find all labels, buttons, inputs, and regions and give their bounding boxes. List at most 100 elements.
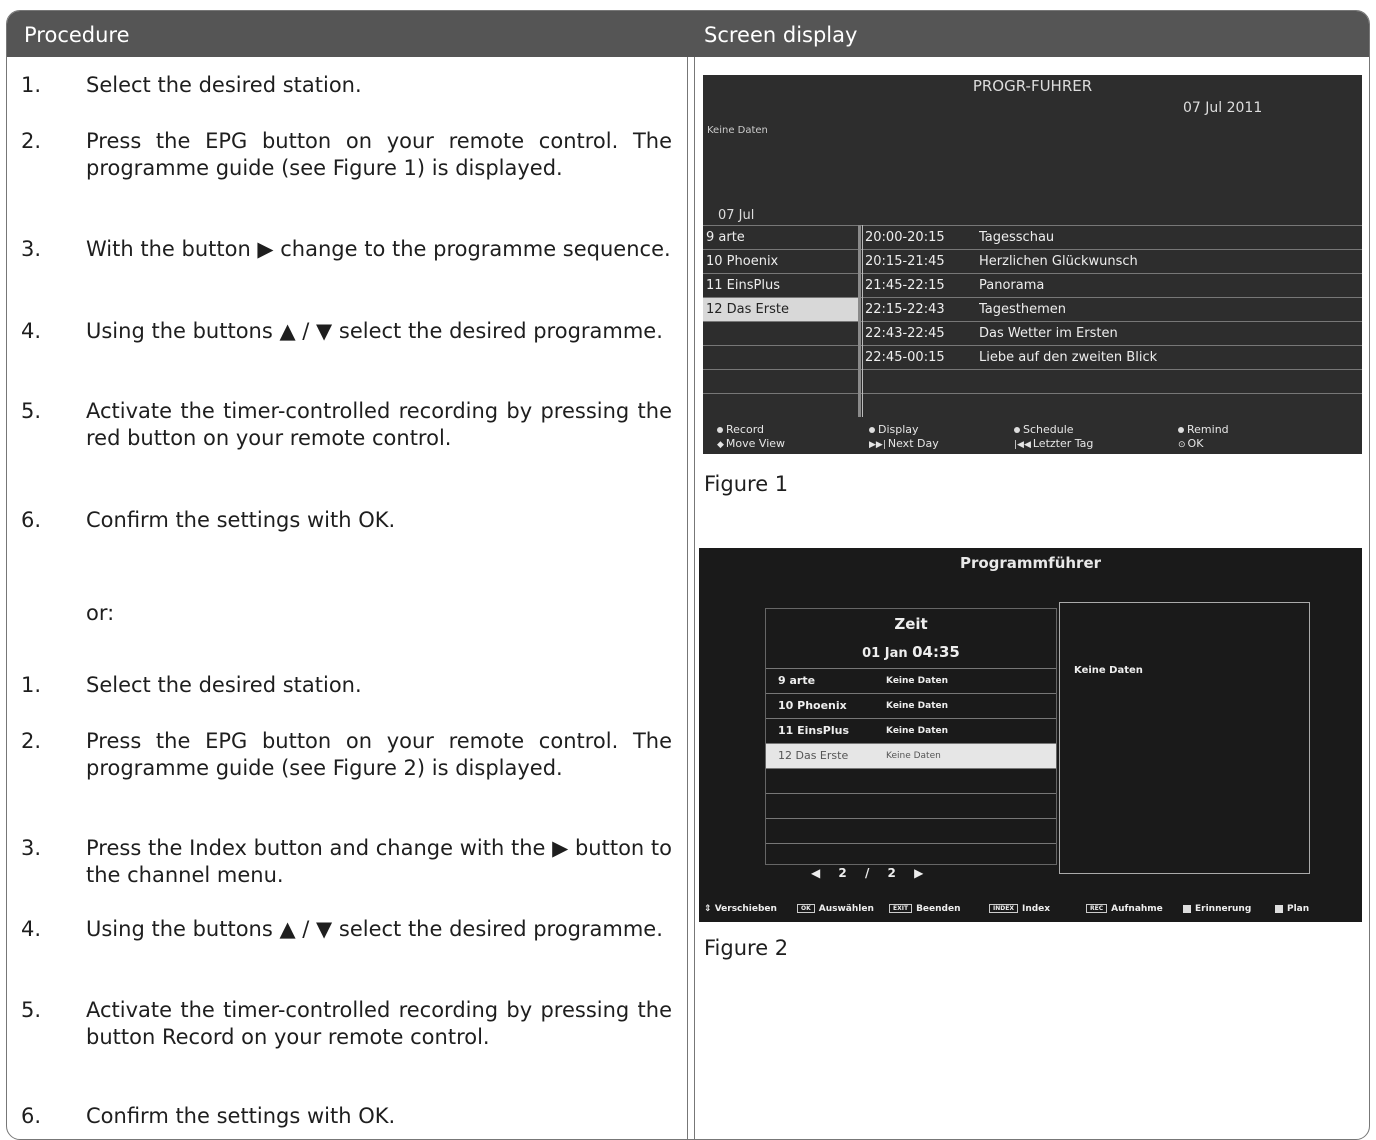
programme-cell: Herzlichen Glückwunsch bbox=[979, 254, 1138, 269]
time-cell: 22:43-22:45 bbox=[865, 326, 945, 341]
page-current: 2 bbox=[838, 866, 847, 880]
step-text: Select the desired station. bbox=[86, 673, 362, 697]
epg-row bbox=[703, 393, 1362, 418]
epg2-title: Programmführer bbox=[959, 554, 1102, 572]
epg-row: 9 arte 20:00-20:15 Tagesschau bbox=[703, 225, 1362, 250]
skip-back-icon: |◀◀ bbox=[1014, 440, 1031, 450]
epg2-table: Zeit 01 Jan 04:35 9 arte Keine Daten 10 … bbox=[765, 608, 1057, 865]
status-cell: Keine Daten bbox=[886, 676, 949, 686]
legend-index: INDEX Index bbox=[989, 904, 1050, 914]
ok-icon: ⊙ bbox=[1178, 440, 1186, 450]
programme-cell bbox=[979, 394, 1359, 418]
epg2-row bbox=[766, 793, 1056, 818]
step-number: 3. bbox=[21, 237, 42, 261]
epg2-zeit-heading: Zeit bbox=[894, 615, 928, 633]
channel-cell bbox=[703, 346, 861, 370]
step-number: 1. bbox=[21, 73, 42, 97]
page-separator: / bbox=[864, 866, 870, 880]
step-text: Confirm the settings with OK. bbox=[86, 508, 396, 532]
epg-legend: Record Display Schedule Remind ◆ Move Vie… bbox=[703, 420, 1362, 454]
epg-title: PROGR-FUHRER bbox=[972, 77, 1093, 95]
legend-plan: Plan bbox=[1275, 904, 1309, 914]
time-cell: 21:45-22:15 bbox=[865, 278, 945, 293]
step-text: Using the buttons ▲ / ▼ select the desir… bbox=[86, 319, 663, 343]
epg-grid: 9 arte 20:00-20:15 Tagesschau 10 Phoenix… bbox=[703, 225, 1362, 417]
status-cell: Keine Daten bbox=[886, 726, 949, 736]
legend-letzter-tag: |◀◀ Letzter Tag bbox=[1014, 437, 1093, 450]
legend-label: Move View bbox=[725, 437, 786, 450]
programme-cell bbox=[979, 370, 1359, 394]
step-number: 5. bbox=[21, 399, 42, 423]
channel-cell: 11 EinsPlus bbox=[778, 724, 850, 737]
figure2-screenshot: Programmführer Keine Daten Zeit 01 Jan 0… bbox=[699, 548, 1362, 922]
figure1-screenshot: PROGR-FUHRER 07 Jul 2011 Keine Daten 07 … bbox=[703, 75, 1362, 454]
status-cell: Keine Daten bbox=[886, 701, 949, 711]
channel-cell: 10 Phoenix bbox=[778, 699, 847, 712]
page-total: 2 bbox=[887, 866, 896, 880]
step-number: 5. bbox=[21, 998, 42, 1022]
epg-column-separator bbox=[862, 225, 863, 417]
channel-cell: 10 Phoenix bbox=[706, 254, 779, 269]
epg-row: 11 EinsPlus 21:45-22:15 Panorama bbox=[703, 273, 1362, 298]
green-dot-icon bbox=[869, 427, 875, 433]
yellow-square-icon bbox=[1183, 904, 1191, 913]
table-header: Procedure Screen display bbox=[7, 11, 1369, 57]
legend-label: Auswählen bbox=[818, 904, 874, 914]
step-number: 2. bbox=[21, 729, 42, 753]
step-text: With the button ▶ change to the programm… bbox=[86, 237, 671, 261]
legend-erinnerung: Erinnerung bbox=[1183, 904, 1251, 914]
programme-cell: Liebe auf den zweiten Blick bbox=[979, 350, 1158, 365]
epg2-datetime: 01 Jan 04:35 bbox=[766, 643, 1056, 661]
ok-key-icon: OK bbox=[797, 904, 815, 913]
legend-label: Verschieben bbox=[714, 904, 777, 914]
epg-row: 22:43-22:45 Das Wetter im Ersten bbox=[703, 321, 1362, 346]
epg-column-separator bbox=[858, 225, 861, 417]
time-cell: 20:15-21:45 bbox=[865, 254, 945, 269]
epg2-info-panel: Keine Daten bbox=[1059, 602, 1310, 874]
legend-ok: ⊙ OK bbox=[1178, 437, 1203, 450]
column-divider bbox=[687, 57, 688, 1139]
programme-cell: Das Wetter im Ersten bbox=[979, 326, 1118, 341]
step-number: 2. bbox=[21, 129, 42, 153]
step-text: Activate the timer-controlled recording … bbox=[86, 399, 672, 450]
epg2-date: 01 Jan bbox=[862, 646, 908, 661]
legend-label: Display bbox=[878, 423, 919, 436]
legend-label: Beenden bbox=[916, 904, 961, 914]
epg-row: 10 Phoenix 20:15-21:45 Herzlichen Glückw… bbox=[703, 249, 1362, 274]
screen-display-heading: Screen display bbox=[704, 23, 858, 47]
epg2-legend: ⇕ Verschieben OK Auswählen EXIT Beenden IN… bbox=[699, 904, 1362, 922]
channel-cell-selected: 12 Das Erste bbox=[703, 298, 861, 322]
next-page-icon: ▶ bbox=[914, 866, 924, 880]
step-text: Press the EPG button on your remote cont… bbox=[86, 729, 672, 780]
skip-forward-icon: ▶▶| bbox=[869, 440, 886, 450]
epg2-info: Keine Daten bbox=[1074, 665, 1143, 676]
channel-cell bbox=[703, 322, 861, 346]
channel-cell bbox=[703, 394, 861, 418]
legend-label: Erinnerung bbox=[1195, 904, 1252, 914]
epg-row bbox=[703, 369, 1362, 394]
epg2-row bbox=[766, 843, 1056, 868]
legend-aufnahme: REC Aufnahme bbox=[1086, 904, 1163, 914]
step-number: 3. bbox=[21, 836, 42, 860]
legend-label: Schedule bbox=[1023, 423, 1074, 436]
procedure-heading: Procedure bbox=[24, 23, 130, 47]
up-down-arrows-icon: ⇕ bbox=[704, 904, 715, 914]
channel-cell: 11 EinsPlus bbox=[706, 278, 780, 293]
legend-remind: Remind bbox=[1178, 423, 1229, 436]
legend-label: Record bbox=[726, 423, 765, 436]
epg-row: 12 Das Erste 22:15-22:43 Tagesthemen bbox=[703, 297, 1362, 322]
figure1-caption: Figure 1 bbox=[704, 472, 789, 496]
epg2-row: 11 EinsPlus Keine Daten bbox=[766, 718, 1056, 743]
legend-label: Next Day bbox=[887, 437, 939, 450]
legend-label: Index bbox=[1021, 904, 1051, 914]
channel-cell bbox=[703, 370, 861, 394]
epg2-row: 9 arte Keine Daten bbox=[766, 668, 1056, 693]
channel-cell: 12 Das Erste bbox=[778, 749, 849, 762]
time-cell bbox=[863, 394, 975, 418]
legend-verschieben: ⇕ Verschieben bbox=[704, 904, 777, 914]
epg2-time: 04:35 bbox=[912, 643, 960, 661]
step-text: Activate the timer-controlled recording … bbox=[86, 998, 672, 1049]
legend-schedule: Schedule bbox=[1014, 423, 1074, 436]
legend-record: Record bbox=[717, 423, 764, 436]
step-number: 6. bbox=[21, 508, 42, 532]
